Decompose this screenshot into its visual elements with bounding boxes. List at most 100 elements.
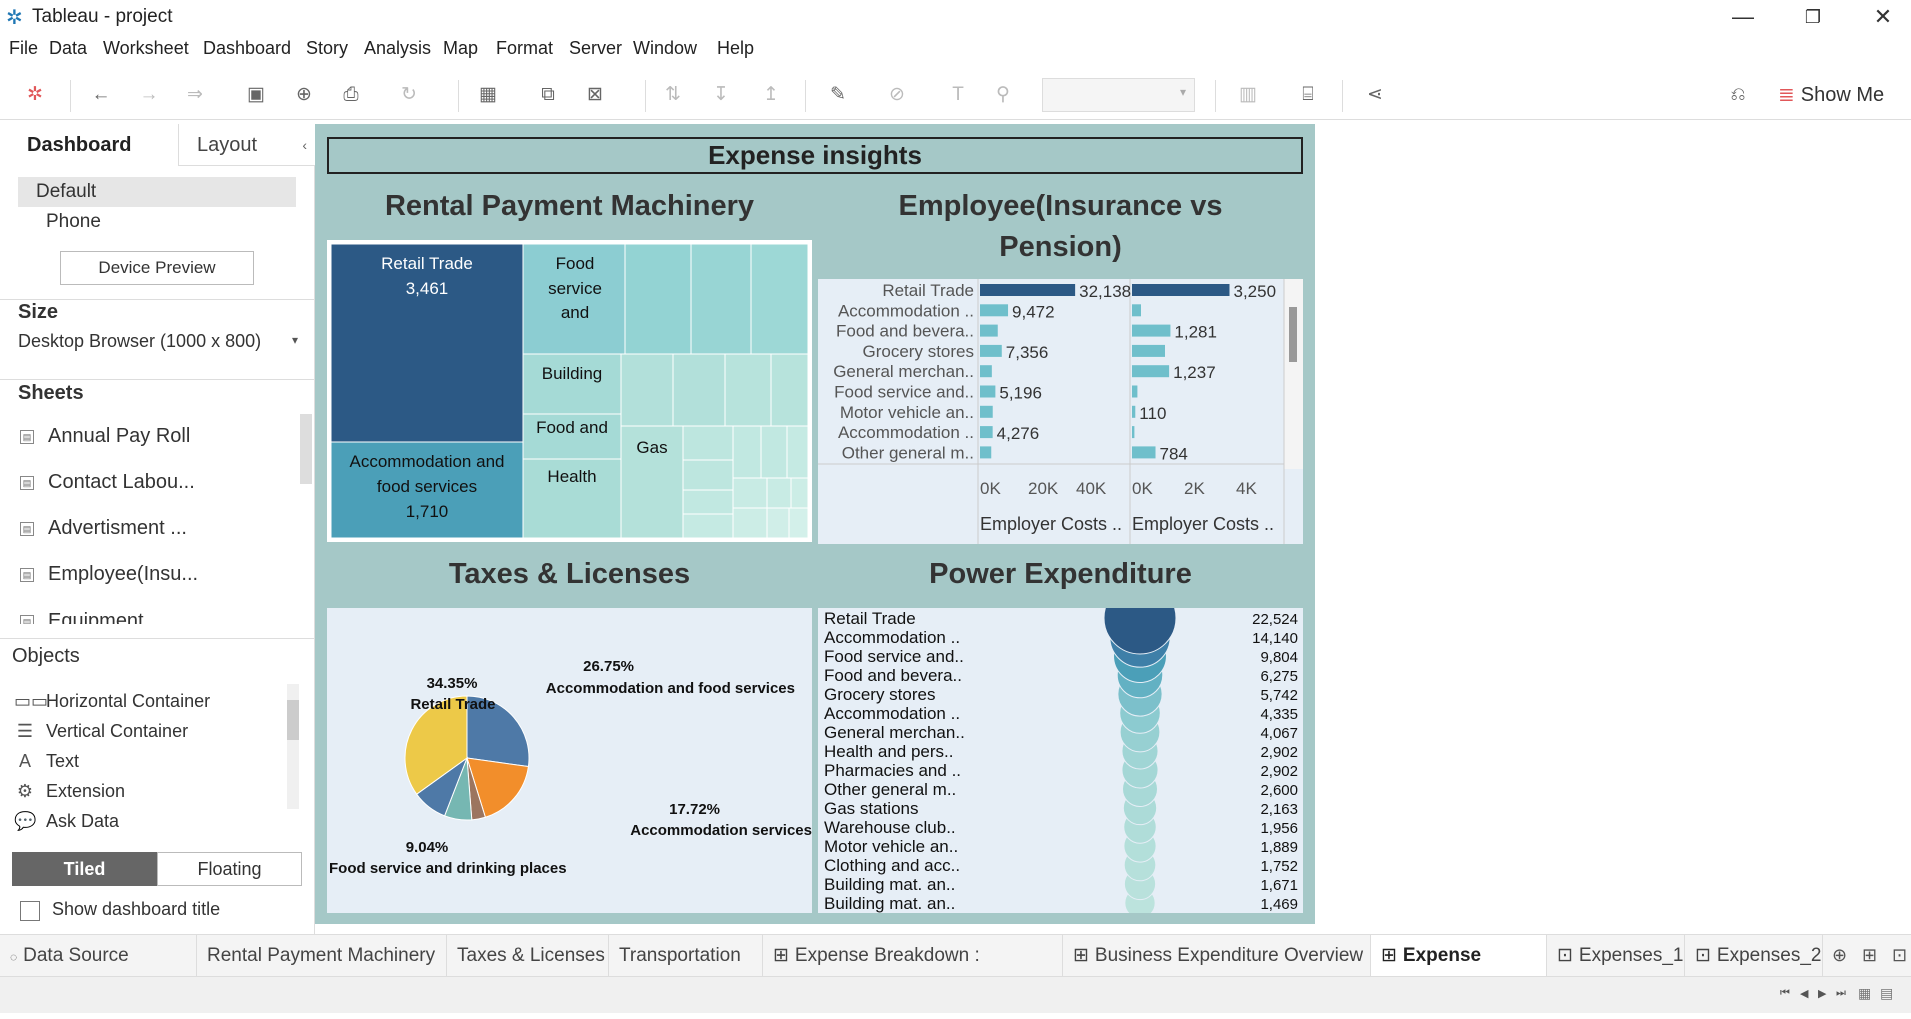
sheets-scrollbar[interactable] [300, 414, 312, 484]
toolbar-separator [1215, 80, 1216, 112]
object-item[interactable]: 💬 Ask Data [14, 811, 119, 832]
menu-help[interactable]: Help [717, 38, 754, 59]
last-tab-icon[interactable]: ⏭ [1836, 987, 1846, 1000]
treemap-cell [790, 477, 809, 509]
new-worksheet-icon[interactable]: ▦ [475, 82, 501, 108]
menu-map[interactable]: Map [443, 38, 478, 59]
menu-analysis[interactable]: Analysis [364, 38, 431, 59]
presentation-mode-icon[interactable]: ⌸ [1295, 82, 1321, 108]
tableau-home-icon[interactable]: ✲ [22, 82, 48, 108]
treemap-value: 1,710 [406, 502, 449, 521]
tab-story[interactable]: ⊡ Expenses_1 [1547, 935, 1685, 977]
size-dropdown[interactable]: Desktop Browser (1000 x 800) ▾ [18, 331, 298, 352]
object-item[interactable]: A Text [14, 751, 79, 772]
tab-data-source[interactable]: ◌ Data Source [0, 935, 197, 977]
taxes-pie-chart[interactable]: 26.75% Accommodation and food services 17.… [327, 608, 812, 913]
new-story-tab-icon[interactable]: ⊡ [1892, 945, 1907, 966]
labels-icon[interactable]: T [945, 82, 971, 108]
object-item[interactable]: ☰ Vertical Container [14, 721, 188, 742]
format-painter-icon[interactable]: ⎌ [1725, 82, 1751, 108]
clear-sheet-icon[interactable]: ⊠ [582, 82, 608, 108]
sheet-item[interactable]: ▤ Equipment ... [20, 610, 166, 624]
tiled-button[interactable]: Tiled [12, 852, 157, 886]
show-me-label: Show Me [1800, 84, 1885, 106]
new-dashboard-tab-icon[interactable]: ⊞ [1862, 945, 1877, 966]
fit-dropdown[interactable]: ▾ [1042, 78, 1195, 112]
tab-story[interactable]: ⊡ Expenses_2 [1685, 935, 1823, 977]
tab-dashboard[interactable]: Dashboard [0, 124, 178, 166]
prev-tab-icon[interactable]: ◀ [1800, 987, 1808, 1000]
undo-icon[interactable]: ← [88, 82, 114, 108]
pin-icon[interactable]: ⚲ [990, 82, 1016, 108]
collapse-pane-icon[interactable]: ‹ [302, 124, 307, 166]
value-label: 6,275 [1260, 668, 1298, 685]
status-bar: ⏮ ◀ ▶ ⏭ ▦ ▤ [0, 976, 1911, 1013]
replay-icon[interactable]: ⇒ [182, 82, 208, 108]
swap-icon[interactable]: ⇅ [660, 82, 686, 108]
menu-story[interactable]: Story [306, 38, 348, 59]
sheet-item[interactable]: ▤ Employee(Insu... [20, 563, 198, 586]
restore-button[interactable]: ❐ [1788, 2, 1838, 32]
tab-expense-insights[interactable]: ⊞Expense insights [1371, 935, 1547, 1008]
employee-bar-chart[interactable]: Retail Trade 32,138 3,250 Accommodation .. 9… [818, 279, 1303, 544]
group-icon[interactable]: ⊘ [884, 82, 910, 108]
new-data-source-icon[interactable]: ⊕ [291, 82, 317, 108]
tab-sheet[interactable]: Taxes & Licenses [447, 935, 609, 977]
show-title-checkbox[interactable] [20, 901, 40, 921]
axis-tick-label: 40K [1076, 479, 1107, 498]
power-bubble-chart[interactable]: Retail Trade 22,524 Accommodation .. 14,140… [818, 608, 1303, 913]
show-cards-icon[interactable]: ▥ [1235, 82, 1261, 108]
menu-format[interactable]: Format [496, 38, 553, 59]
show-filmstrip-icon[interactable]: ▦ [1858, 985, 1871, 1002]
size-header: Size [18, 301, 59, 323]
redo-icon[interactable]: → [136, 82, 162, 108]
menu-file[interactable]: File [9, 38, 38, 59]
new-worksheet-tab-icon[interactable]: ⊕ [1832, 945, 1847, 966]
bar-label: 784 [1160, 444, 1188, 463]
object-label: Extension [46, 781, 126, 801]
rental-treemap[interactable]: Retail Trade 3,461 Accommodation and foo… [327, 240, 812, 542]
sheet-icon: ▤ [20, 475, 34, 490]
device-preview-button[interactable]: Device Preview [60, 251, 254, 285]
sort-ascending-icon[interactable]: ↧ [708, 82, 734, 108]
floating-button[interactable]: Floating [157, 852, 302, 886]
menu-data[interactable]: Data [49, 38, 87, 59]
tab-sheet[interactable]: Transportation [609, 935, 763, 977]
tab-sheet[interactable]: Rental Payment Machinery [197, 935, 447, 977]
minimize-button[interactable]: — [1718, 2, 1768, 32]
taxes-pie-panel: 26.75% Accommodation and food services 17.… [327, 608, 812, 913]
sheet-item[interactable]: ▤ Annual Pay Roll [20, 425, 190, 448]
dashboard-tab-icon: ⊞ [1073, 945, 1089, 966]
sort-descending-icon[interactable]: ↥ [758, 82, 784, 108]
bar [980, 304, 1009, 317]
close-button[interactable]: ✕ [1858, 2, 1908, 32]
toolbar: ✲ ← → ⇒ ▣ ⊕ ⎙ ↻ ▦ ⧉ ⊠ ⇅ ↧ ↥ ✎ ⊘ T ⚲ ▾ ▥ … [0, 70, 1911, 120]
tab-layout[interactable]: Layout ‹ [178, 124, 315, 166]
object-item[interactable]: ▭▭Horizontal Container [14, 691, 210, 712]
device-default[interactable]: Default [18, 177, 296, 207]
share-icon[interactable]: ⋖ [1362, 82, 1388, 108]
menu-dashboard[interactable]: Dashboard [203, 38, 291, 59]
sheet-item[interactable]: ▤ Contact Labou... [20, 471, 195, 494]
objects-scrollbar[interactable] [287, 684, 299, 809]
pause-updates-icon[interactable]: ⎙ [338, 82, 364, 108]
save-icon[interactable]: ▣ [243, 82, 269, 108]
next-tab-icon[interactable]: ▶ [1818, 987, 1826, 1000]
device-default-label: Default [36, 181, 97, 202]
show-tabs-icon[interactable]: ▤ [1880, 985, 1893, 1002]
menu-window[interactable]: Window [633, 38, 697, 59]
object-item[interactable]: ⚙ Extension [14, 781, 125, 802]
menu-server[interactable]: Server [569, 38, 622, 59]
first-tab-icon[interactable]: ⏮ [1780, 987, 1790, 1000]
menu-worksheet[interactable]: Worksheet [103, 38, 189, 59]
category-label: Grocery stores [824, 685, 935, 704]
sheet-item[interactable]: ▤ Advertisment ... [20, 517, 187, 540]
highlight-icon[interactable]: ✎ [825, 82, 851, 108]
tab-dashboard-sheet[interactable]: ⊞Expense Breakdown : Insights... [763, 935, 1063, 1008]
tab-dashboard-sheet[interactable]: ⊞ Business Expenditure Overview [1063, 935, 1371, 977]
device-phone[interactable]: Phone [46, 211, 101, 233]
duplicate-icon[interactable]: ⧉ [535, 82, 561, 108]
refresh-icon[interactable]: ↻ [396, 82, 422, 108]
title-bar: ✲ Tableau - project — ❐ ✕ [0, 0, 1911, 34]
show-me-button[interactable]: ≣ Show Me [1778, 82, 1884, 107]
